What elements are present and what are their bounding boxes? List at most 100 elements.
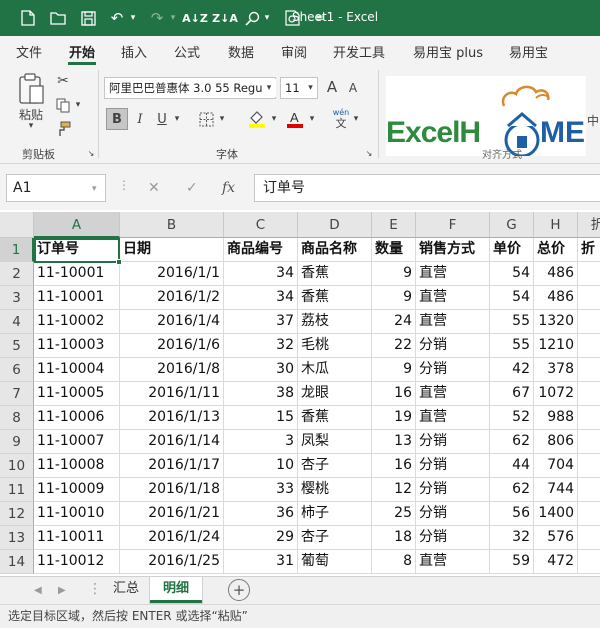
table-cell[interactable]: 柿子 [298, 502, 372, 526]
table-cell[interactable] [578, 262, 600, 286]
table-cell[interactable]: 3 [224, 430, 298, 454]
fill-handle[interactable] [116, 259, 122, 265]
table-cell[interactable]: 11-10010 [34, 502, 120, 526]
table-cell[interactable]: 38 [224, 382, 298, 406]
table-cell[interactable]: 2016/1/8 [120, 358, 224, 382]
prev-sheet-icon[interactable]: ◀ [34, 585, 42, 596]
tab-review[interactable]: 审阅 [281, 42, 307, 61]
table-cell[interactable] [578, 382, 600, 406]
table-cell[interactable]: 葡萄 [298, 550, 372, 574]
table-cell[interactable]: 1210 [534, 334, 578, 358]
clipboard-launcher-icon[interactable]: ↘ [86, 148, 96, 158]
table-cell[interactable] [578, 502, 600, 526]
table-cell[interactable]: 31 [224, 550, 298, 574]
column-header-5[interactable]: E [372, 212, 416, 238]
table-cell[interactable]: 16 [372, 382, 416, 406]
table-cell[interactable]: 54 [490, 286, 534, 310]
table-cell[interactable]: 2016/1/24 [120, 526, 224, 550]
table-cell[interactable]: 59 [490, 550, 534, 574]
table-cell[interactable]: 30 [224, 358, 298, 382]
table-cell[interactable]: 11-10001 [34, 262, 120, 286]
shrink-font-button[interactable]: A [344, 79, 362, 97]
table-cell[interactable]: 龙眼 [298, 382, 372, 406]
table-cell[interactable]: 分销 [416, 430, 490, 454]
table-cell[interactable]: 分销 [416, 454, 490, 478]
table-cell[interactable]: 直营 [416, 286, 490, 310]
table-cell[interactable]: 1072 [534, 382, 578, 406]
table-cell[interactable]: 67 [490, 382, 534, 406]
table-cell[interactable]: 34 [224, 286, 298, 310]
table-cell[interactable]: 9 [372, 286, 416, 310]
table-cell[interactable]: 472 [534, 550, 578, 574]
copy-dropdown-icon[interactable]: ▾ [72, 98, 84, 112]
table-cell[interactable]: 直营 [416, 262, 490, 286]
table-cell[interactable]: 11-10003 [34, 334, 120, 358]
table-cell[interactable]: 杏子 [298, 526, 372, 550]
table-cell[interactable]: 2016/1/18 [120, 478, 224, 502]
table-cell[interactable]: 13 [372, 430, 416, 454]
table-cell[interactable] [578, 334, 600, 358]
table-cell[interactable]: 分销 [416, 478, 490, 502]
table-cell[interactable]: 52 [490, 406, 534, 430]
table-cell[interactable]: 2016/1/11 [120, 382, 224, 406]
table-cell[interactable]: 15 [224, 406, 298, 430]
table-cell[interactable]: 55 [490, 334, 534, 358]
row-header[interactable]: 9 [0, 430, 34, 454]
table-cell[interactable]: 24 [372, 310, 416, 334]
table-cell[interactable]: 分销 [416, 358, 490, 382]
name-box-dropdown-icon[interactable]: ▾ [92, 184, 97, 194]
format-painter-icon[interactable] [54, 120, 72, 138]
column-header-9[interactable]: 折 [578, 212, 600, 238]
tab-developer[interactable]: 开发工具 [333, 42, 385, 61]
tab-easyuse[interactable]: 易用宝 [509, 42, 548, 61]
table-cell[interactable]: 2016/1/13 [120, 406, 224, 430]
table-cell[interactable]: 11-10001 [34, 286, 120, 310]
table-cell[interactable]: 16 [372, 454, 416, 478]
table-cell[interactable]: 29 [224, 526, 298, 550]
font-launcher-icon[interactable]: ↘ [364, 148, 374, 158]
table-cell[interactable]: 2016/1/1 [120, 262, 224, 286]
row-header[interactable]: 2 [0, 262, 34, 286]
tab-file[interactable]: 文件 [16, 42, 42, 61]
table-cell[interactable] [578, 430, 600, 454]
table-cell[interactable] [578, 310, 600, 334]
next-sheet-icon[interactable]: ▶ [58, 585, 66, 596]
underline-dropdown-icon[interactable]: ▾ [171, 112, 183, 126]
font-color-dropdown-icon[interactable]: ▾ [306, 112, 318, 126]
table-cell[interactable]: 44 [490, 454, 534, 478]
table-cell[interactable]: 毛桃 [298, 334, 372, 358]
table-cell[interactable]: 2016/1/21 [120, 502, 224, 526]
table-cell[interactable]: 34 [224, 262, 298, 286]
underline-button[interactable]: U [153, 110, 171, 128]
row-header[interactable]: 7 [0, 382, 34, 406]
table-header-cell[interactable]: 商品名称 [298, 238, 372, 262]
fill-color-icon[interactable] [246, 108, 268, 130]
table-cell[interactable]: 54 [490, 262, 534, 286]
column-header-4[interactable]: D [298, 212, 372, 238]
table-cell[interactable]: 2016/1/4 [120, 310, 224, 334]
table-cell[interactable]: 744 [534, 478, 578, 502]
table-cell[interactable]: 37 [224, 310, 298, 334]
table-cell[interactable]: 2016/1/2 [120, 286, 224, 310]
table-cell[interactable]: 分销 [416, 334, 490, 358]
table-cell[interactable]: 25 [372, 502, 416, 526]
italic-button[interactable]: I [131, 110, 149, 128]
phonetic-dropdown-icon[interactable]: ▾ [350, 112, 362, 126]
font-size-dropdown-icon[interactable]: ▾ [304, 79, 317, 97]
borders-dropdown-icon[interactable]: ▾ [216, 112, 228, 126]
column-header-3[interactable]: C [224, 212, 298, 238]
table-cell[interactable]: 直营 [416, 382, 490, 406]
row-header[interactable]: 12 [0, 502, 34, 526]
table-cell[interactable]: 486 [534, 262, 578, 286]
table-cell[interactable]: 56 [490, 502, 534, 526]
column-header-6[interactable]: F [416, 212, 490, 238]
tab-formulas[interactable]: 公式 [174, 42, 200, 61]
table-cell[interactable]: 11-10008 [34, 454, 120, 478]
table-cell[interactable]: 分销 [416, 502, 490, 526]
table-cell[interactable]: 直营 [416, 310, 490, 334]
table-cell[interactable]: 378 [534, 358, 578, 382]
table-cell[interactable]: 576 [534, 526, 578, 550]
table-cell[interactable]: 1320 [534, 310, 578, 334]
table-cell[interactable]: 8 [372, 550, 416, 574]
font-name-dropdown-icon[interactable]: ▾ [262, 79, 276, 97]
